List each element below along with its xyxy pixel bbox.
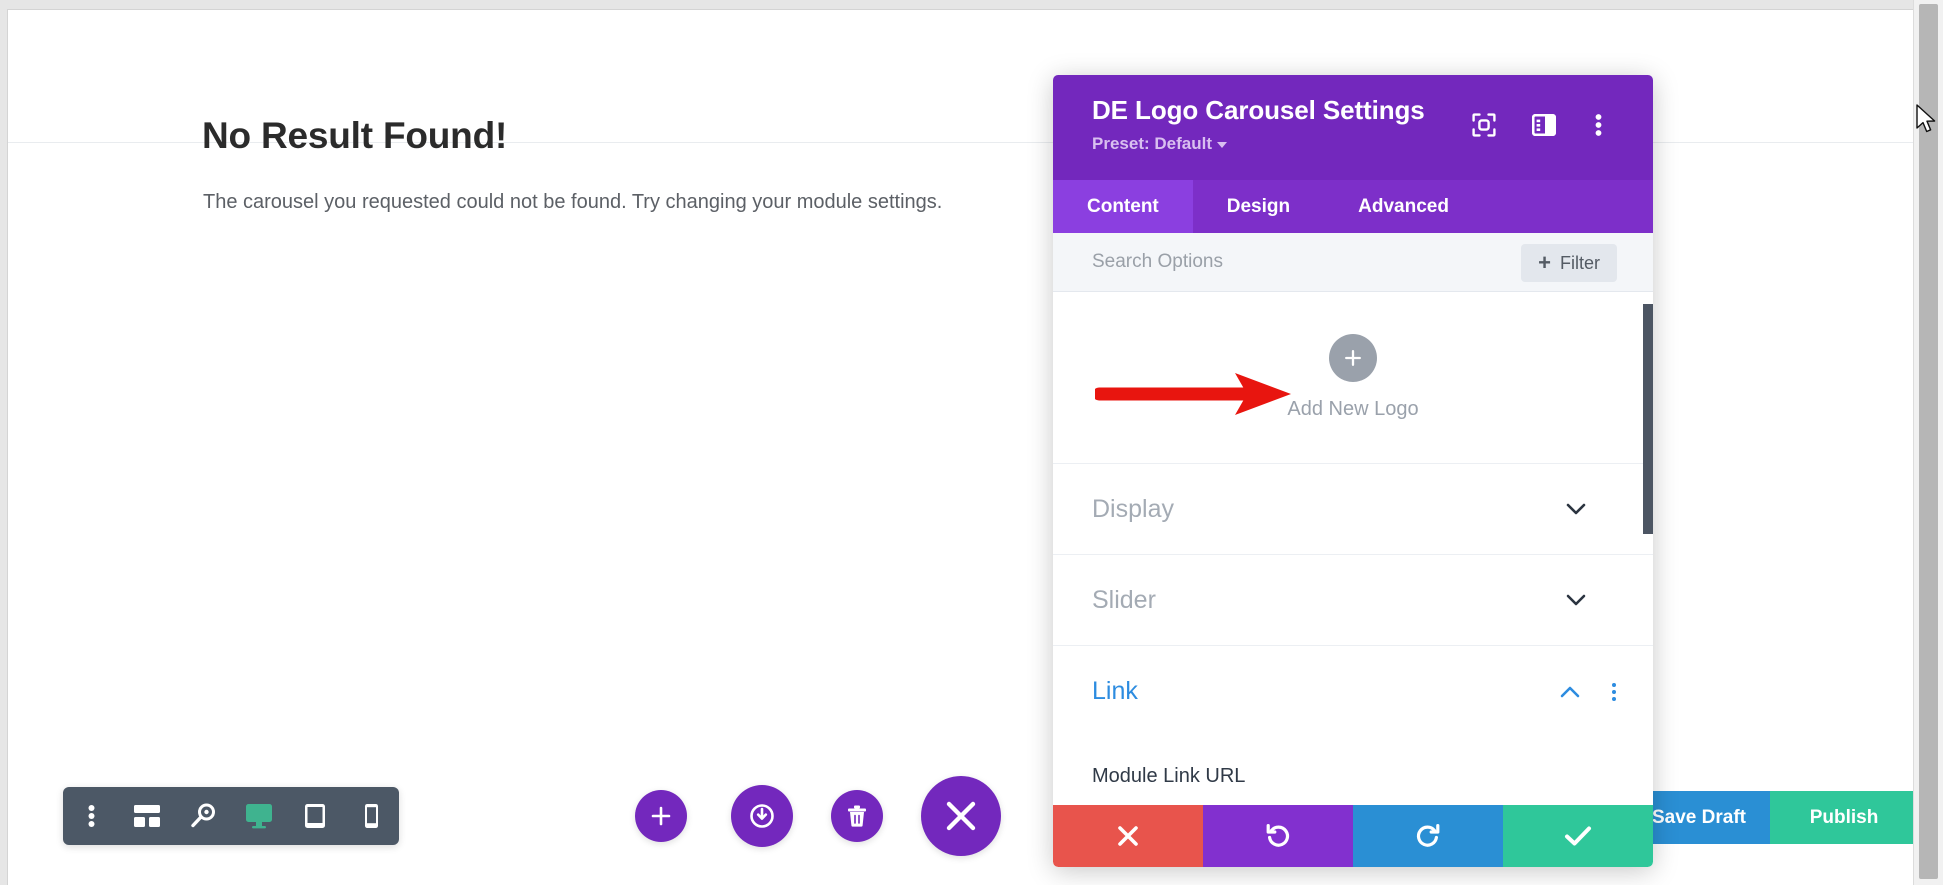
filter-label: Filter — [1560, 252, 1600, 273]
delete-button[interactable] — [831, 790, 883, 842]
toggle-slider-label: Slider — [1092, 585, 1156, 614]
trash-icon — [848, 805, 866, 827]
undo-button[interactable] — [1203, 805, 1353, 867]
modal-body: Add New Logo Display Slider Link Module … — [1053, 292, 1653, 867]
chevron-down-icon — [1566, 594, 1586, 606]
phone-icon — [364, 804, 378, 828]
modal-header: DE Logo Carousel Settings Preset: Defaul… — [1053, 75, 1653, 180]
tab-content[interactable]: Content — [1053, 180, 1193, 233]
tab-design[interactable]: Design — [1193, 180, 1324, 233]
toggle-display[interactable]: Display — [1053, 464, 1653, 555]
focus-icon — [1472, 113, 1496, 137]
panel-scrollbar-thumb[interactable] — [1643, 304, 1653, 534]
wireframe-icon — [134, 805, 160, 827]
focus-mode-button[interactable] — [1466, 107, 1502, 143]
add-new-logo-button[interactable] — [1329, 334, 1377, 382]
toolbar-desktop-button[interactable] — [231, 787, 287, 845]
module-link-url-label: Module Link URL — [1092, 765, 1246, 787]
toolbar-tablet-button[interactable] — [287, 787, 343, 845]
page-title: No Result Found! — [202, 115, 508, 156]
plus-icon — [1345, 350, 1361, 366]
search-row: + Filter — [1053, 233, 1653, 292]
plus-icon: + — [1538, 250, 1551, 275]
modal-more-options-button[interactable] — [1580, 107, 1616, 143]
kebab-icon — [88, 805, 94, 827]
browser-scrollbar-thumb[interactable] — [1919, 4, 1938, 879]
preset-selector[interactable]: Preset: Default — [1092, 134, 1227, 154]
cancel-changes-button[interactable] — [1053, 805, 1203, 867]
modal-tabs: Content Design Advanced — [1053, 180, 1653, 233]
add-new-logo-block: Add New Logo — [1053, 292, 1653, 464]
x-icon — [1118, 826, 1138, 846]
magnifier-icon — [191, 803, 215, 828]
tab-advanced[interactable]: Advanced — [1324, 180, 1483, 233]
modal-footer — [1053, 805, 1653, 867]
toggle-slider[interactable]: Slider — [1053, 555, 1653, 646]
chevron-down-icon — [1566, 503, 1586, 515]
layout-panel-icon — [1532, 114, 1556, 136]
redo-icon — [1416, 824, 1440, 847]
toggle-link[interactable]: Link — [1053, 646, 1653, 737]
device-toolbar — [63, 787, 399, 845]
chevron-up-icon — [1560, 686, 1580, 697]
toggle-link-options-button[interactable] — [1612, 682, 1616, 701]
chevron-down-icon — [1216, 141, 1227, 148]
toolbar-wireframe-button[interactable] — [119, 787, 175, 845]
plus-icon — [651, 806, 671, 826]
search-input[interactable] — [1092, 251, 1492, 273]
toggle-display-label: Display — [1092, 494, 1174, 523]
page-subtitle: The carousel you requested could not be … — [203, 191, 943, 213]
power-icon — [750, 804, 774, 828]
add-new-logo-label: Add New Logo — [1287, 398, 1419, 420]
kebab-menu-icon — [1595, 114, 1601, 136]
check-icon — [1565, 826, 1591, 846]
page-canvas: No Result Found! The carousel you reques… — [7, 9, 1913, 885]
tablet-icon — [305, 804, 325, 828]
add-section-button[interactable] — [635, 790, 687, 842]
change-layout-button[interactable] — [1526, 107, 1562, 143]
publish-button[interactable]: Publish — [1770, 791, 1913, 844]
redo-button[interactable] — [1353, 805, 1503, 867]
kebab-dot — [1612, 696, 1616, 701]
module-settings-modal: DE Logo Carousel Settings Preset: Defaul… — [1053, 75, 1653, 867]
kebab-dot — [1612, 689, 1616, 694]
toolbar-phone-button[interactable] — [343, 787, 399, 845]
preset-label: Preset: Default — [1092, 134, 1212, 153]
kebab-dot — [1612, 682, 1616, 687]
close-builder-button[interactable] — [921, 776, 1001, 856]
save-changes-button[interactable] — [1503, 805, 1653, 867]
toolbar-zoom-button[interactable] — [175, 787, 231, 845]
desktop-icon — [246, 804, 272, 829]
filter-button[interactable]: + Filter — [1521, 244, 1617, 282]
close-x-icon — [946, 801, 976, 831]
save-to-library-button[interactable] — [731, 785, 793, 847]
toolbar-more-options-button[interactable] — [63, 787, 119, 845]
browser-scrollbar[interactable] — [1913, 0, 1943, 885]
panel-scrollbar-track[interactable] — [1643, 292, 1653, 867]
undo-icon — [1266, 824, 1290, 847]
toggle-link-label: Link — [1092, 677, 1138, 705]
browser-frame: No Result Found! The carousel you reques… — [0, 0, 1943, 885]
